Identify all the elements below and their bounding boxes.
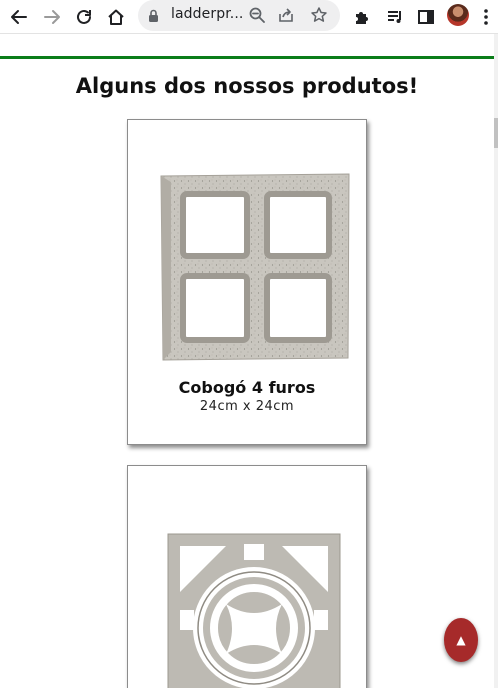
kebab-menu-icon[interactable] xyxy=(476,3,496,31)
forward-arrow-icon[interactable] xyxy=(38,3,66,31)
profile-avatar[interactable] xyxy=(447,4,469,26)
media-queue-icon[interactable] xyxy=(381,3,409,31)
url-text[interactable]: ladderpr... xyxy=(171,6,243,22)
share-icon[interactable] xyxy=(277,6,295,28)
home-icon[interactable] xyxy=(102,3,130,31)
page-scrollbar-thumb[interactable] xyxy=(494,118,498,148)
address-bar[interactable]: ladderpr... xyxy=(138,0,340,31)
zoom-icon[interactable] xyxy=(248,6,266,28)
section-title: Alguns dos nossos produtos! xyxy=(75,74,419,98)
product-size: 24cm x 24cm xyxy=(199,399,295,414)
puzzle-icon[interactable] xyxy=(348,3,376,31)
product-image-cobogo-ornamental xyxy=(167,533,341,688)
reload-icon[interactable] xyxy=(70,3,98,31)
header-divider xyxy=(0,56,494,59)
product-image-cobogo-4-furos xyxy=(160,173,350,361)
star-icon[interactable] xyxy=(310,6,328,28)
side-panel-icon[interactable] xyxy=(412,3,440,31)
back-arrow-icon[interactable] xyxy=(5,3,33,31)
product-card[interactable]: Cobogó 4 furos 24cm x 24cm xyxy=(127,119,367,445)
product-name: Cobogó 4 furos xyxy=(178,378,316,397)
product-card[interactable] xyxy=(127,465,367,688)
lock-icon[interactable] xyxy=(148,8,159,27)
scroll-to-top-button[interactable]: ▲ xyxy=(444,618,478,662)
browser-toolbar: ladderpr... xyxy=(0,0,498,34)
